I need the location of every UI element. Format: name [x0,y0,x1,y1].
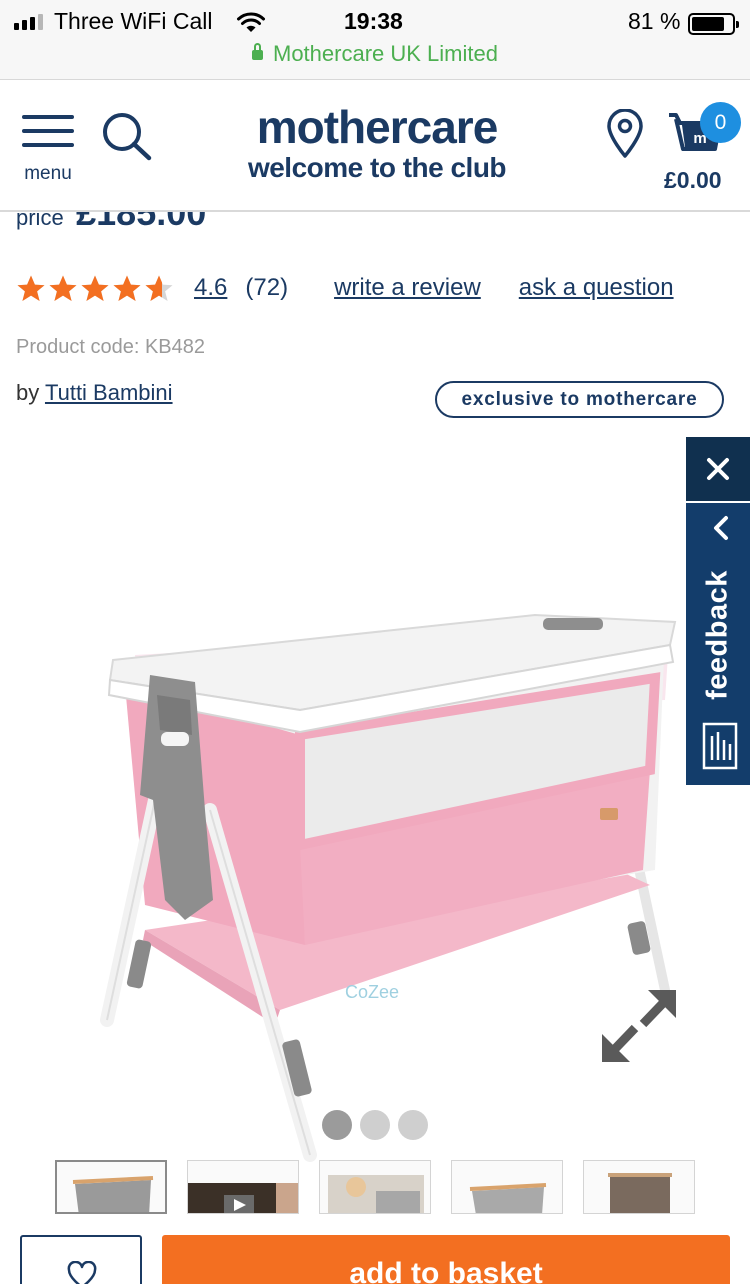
pagination-dot[interactable] [322,1110,352,1140]
brand-link[interactable]: Tutti Bambini [45,380,173,405]
heart-icon [67,1261,97,1284]
chevron-left-icon [714,516,728,540]
ask-question-link[interactable]: ask a question [519,274,674,302]
rating-score[interactable]: 4.6 [194,274,227,302]
exclusive-badge: exclusive to mothercare [435,381,724,418]
by-label: by [16,380,40,405]
search-icon[interactable] [100,111,154,165]
thumbnail[interactable] [583,1160,695,1214]
basket-count-badge[interactable]: 0 [700,102,741,143]
thumbnail[interactable] [187,1160,299,1214]
star-icon [17,275,45,301]
svg-text:CoZee: CoZee [345,982,399,1002]
hamburger-icon [22,115,74,119]
pagination-dot[interactable] [398,1110,428,1140]
battery-icon [688,13,739,35]
brand-row: by Tutti Bambini [16,380,173,406]
status-bar: Three WiFi Call 19:38 81 % Mothercare UK… [0,0,750,80]
basket-total[interactable]: £0.00 [664,167,722,194]
lock-icon [252,43,263,60]
pagination-dot[interactable] [360,1110,390,1140]
battery-percentage: 81 % [628,8,681,34]
product-image[interactable]: CoZee [95,600,685,1165]
add-to-basket-button[interactable]: add to basket [162,1235,730,1284]
star-icon [81,275,109,301]
expand-icon[interactable] [598,986,680,1066]
wishlist-button[interactable] [20,1235,142,1284]
bottom-action-bar: add to basket [0,1214,750,1284]
secure-site-indicator: Mothercare UK Limited [0,41,750,67]
thumbnail[interactable] [55,1160,167,1214]
thumbnail[interactable] [319,1160,431,1214]
menu-label: menu [24,163,72,184]
star-icon [49,275,77,301]
star-icon [145,275,173,301]
carrier-name: Three WiFi Call [54,8,213,34]
feedback-label: feedback [701,570,734,700]
write-review-link[interactable]: write a review [334,274,481,302]
review-count: (72) [245,274,289,301]
feedback-icon [702,722,738,770]
site-header: menu mothercare welcome to the club m 0 … [0,81,750,212]
site-logo[interactable]: mothercare welcome to the club [222,101,532,183]
clock: 19:38 [344,8,403,34]
wifi-icon [237,12,265,32]
secure-site-name: Mothercare UK Limited [273,41,498,66]
star-icon [113,275,141,301]
thumbnail[interactable] [451,1160,563,1214]
menu-button[interactable]: menu [20,111,76,187]
thumbnail-strip [55,1160,695,1214]
feedback-close-button[interactable] [686,437,750,501]
rating-row: 4.6 (72) write a review ask a question [16,270,674,306]
signal-icon [14,14,43,30]
close-icon [707,458,729,480]
image-pagination-dots[interactable] [322,1110,428,1140]
product-code: Product code: KB482 [16,336,206,358]
star-rating[interactable] [16,274,174,303]
logo-wordmark: mothercare [256,101,499,153]
logo-tagline: welcome to the club [247,152,507,183]
location-pin-icon[interactable] [605,109,645,159]
